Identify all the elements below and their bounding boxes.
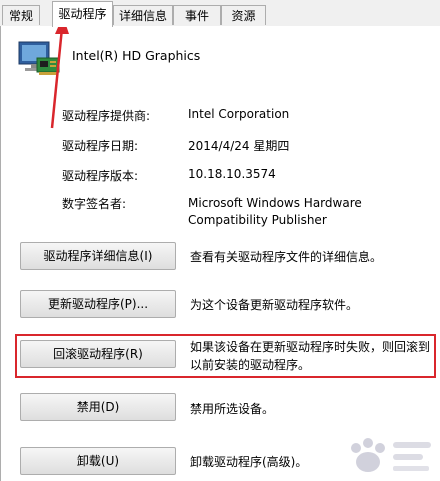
tab-resources[interactable]: 资源 <box>221 5 266 25</box>
date-label: 驱动程序日期: <box>62 139 139 153</box>
tab-general[interactable]: 常规 <box>2 5 40 25</box>
uninstall-button[interactable]: 卸载(U) <box>20 447 176 475</box>
tab-driver[interactable]: 驱动程序 <box>52 1 113 27</box>
tab-events[interactable]: 事件 <box>173 5 221 25</box>
update-driver-button[interactable]: 更新驱动程序(P)... <box>20 290 176 318</box>
rollback-highlight-box <box>15 334 436 378</box>
disable-desc: 禁用所选设备。 <box>190 402 275 416</box>
provider-value: Intel Corporation <box>188 107 290 121</box>
update-driver-desc: 为这个设备更新驱动程序软件。 <box>190 298 359 312</box>
watermark-logo-icon <box>351 438 431 472</box>
driver-details-button-label: 驱动程序详细信息(I) <box>43 249 153 263</box>
version-label: 驱动程序版本: <box>62 169 139 183</box>
tab-bar: 常规 驱动程序 详细信息 事件 资源 <box>0 0 440 27</box>
driver-details-desc: 查看有关驱动程序文件的详细信息。 <box>190 250 383 264</box>
provider-label: 驱动程序提供商: <box>62 109 151 123</box>
signer-value: Microsoft Windows Hardware Compatibility… <box>188 196 362 227</box>
update-driver-button-label: 更新驱动程序(P)... <box>47 297 149 311</box>
date-value: 2014/4/24 星期四 <box>188 139 290 153</box>
signer-label: 数字签名者: <box>62 197 127 211</box>
disable-button[interactable]: 禁用(D) <box>20 393 176 421</box>
version-value: 10.18.10.3574 <box>188 167 276 181</box>
uninstall-button-label: 卸载(U) <box>76 454 120 468</box>
device-name: Intel(R) HD Graphics <box>72 48 201 63</box>
tab-details[interactable]: 详细信息 <box>113 5 173 25</box>
driver-details-button[interactable]: 驱动程序详细信息(I) <box>20 242 176 270</box>
disable-button-label: 禁用(D) <box>76 400 120 414</box>
